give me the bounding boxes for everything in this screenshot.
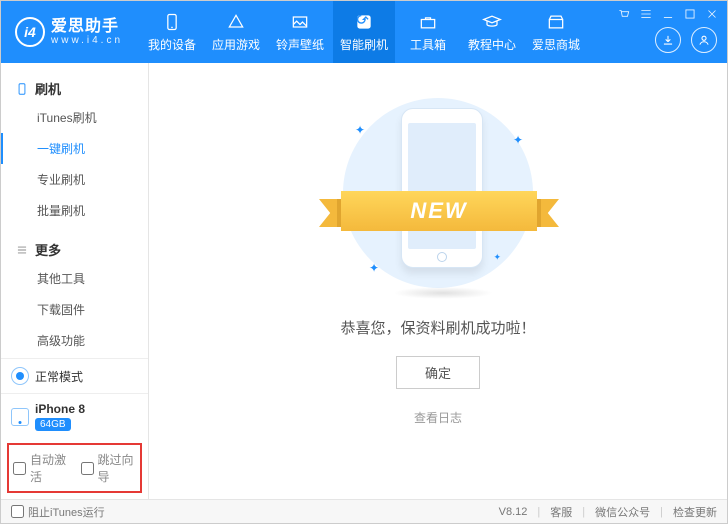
nav-label: 工具箱 — [410, 36, 446, 53]
device-icon — [15, 82, 29, 96]
menu-lines-icon — [15, 243, 29, 257]
new-ribbon: NEW — [319, 183, 559, 239]
nav-apps-games[interactable]: 应用游戏 — [205, 1, 267, 63]
version-label: V8.12 — [499, 506, 528, 518]
nav-store[interactable]: 爱思商城 — [525, 1, 587, 63]
confirm-button[interactable]: 确定 — [396, 356, 480, 389]
cart-icon[interactable] — [617, 7, 631, 21]
graduation-icon — [482, 12, 502, 32]
device-panel[interactable]: iPhone 8 64GB — [1, 393, 148, 439]
nav-toolbox[interactable]: 工具箱 — [397, 1, 459, 63]
sidebar-section-flash: 刷机 — [1, 73, 148, 100]
sidebar-item-download-firmware[interactable]: 下载固件 — [1, 294, 148, 325]
nav-label: 应用游戏 — [212, 36, 260, 53]
maximize-icon[interactable] — [683, 7, 697, 21]
status-bar: 阻止iTunes运行 V8.12 | 客服 | 微信公众号 | 检查更新 — [1, 499, 727, 523]
window-controls — [617, 7, 719, 21]
nav-ringtone-wallpaper[interactable]: 铃声壁纸 — [269, 1, 331, 63]
mode-label: 正常模式 — [35, 368, 83, 385]
main-panel: ✦ ✦ ✦ ✦ NEW 恭喜您，保资料刷机成功啦！ 确定 查看日志 — [149, 63, 727, 499]
mode-dot-icon — [11, 367, 29, 385]
nav-smart-flash[interactable]: 智能刷机 — [333, 1, 395, 63]
store-icon — [546, 12, 566, 32]
device-thumb-icon — [11, 408, 29, 426]
appstore-icon — [226, 12, 246, 32]
app-header: i4 爱思助手 www.i4.cn 我的设备 应用游戏 — [1, 1, 727, 63]
device-name: iPhone 8 — [35, 402, 85, 416]
top-nav: 我的设备 应用游戏 铃声壁纸 智能刷机 — [141, 1, 587, 63]
image-icon — [290, 12, 310, 32]
toolbox-icon — [418, 12, 438, 32]
customer-service-link[interactable]: 客服 — [550, 504, 572, 520]
download-icon[interactable] — [655, 27, 681, 53]
device-capacity-badge: 64GB — [35, 418, 71, 431]
sidebar-section-more: 更多 — [1, 234, 148, 261]
auto-activate-label: 自动激活 — [30, 451, 69, 485]
nav-label: 我的设备 — [148, 36, 196, 53]
sidebar-item-pro-flash[interactable]: 专业刷机 — [1, 164, 148, 195]
success-message: 恭喜您，保资料刷机成功啦！ — [340, 317, 535, 338]
nav-tutorials[interactable]: 教程中心 — [461, 1, 523, 63]
sidebar-item-oneclick-flash[interactable]: 一键刷机 — [1, 133, 148, 164]
skip-wizard-input[interactable] — [81, 462, 94, 475]
refresh-icon — [354, 12, 374, 32]
brand-badge: i4 — [15, 17, 45, 47]
nav-label: 铃声壁纸 — [276, 36, 324, 53]
nav-label: 智能刷机 — [340, 36, 388, 53]
brand-name: 爱思助手 — [51, 18, 123, 36]
sidebar-item-itunes-flash[interactable]: iTunes刷机 — [1, 102, 148, 133]
skip-wizard-label: 跳过向导 — [98, 451, 137, 485]
close-icon[interactable] — [705, 7, 719, 21]
nav-label: 教程中心 — [468, 36, 516, 53]
auto-activate-input[interactable] — [13, 462, 26, 475]
nav-label: 爱思商城 — [532, 36, 580, 53]
header-actions — [655, 27, 717, 53]
menu-icon[interactable] — [639, 7, 653, 21]
sidebar-item-other-tools[interactable]: 其他工具 — [1, 263, 148, 294]
user-icon[interactable] — [691, 27, 717, 53]
checkbox-auto-activate[interactable]: 自动激活 — [13, 451, 69, 485]
nav-my-device[interactable]: 我的设备 — [141, 1, 203, 63]
minimize-icon[interactable] — [661, 7, 675, 21]
prevent-itunes-checkbox[interactable] — [11, 505, 24, 518]
sidebar: 刷机 iTunes刷机 一键刷机 专业刷机 批量刷机 更多 其他工具 下载固件 … — [1, 63, 149, 499]
ribbon-text: NEW — [341, 191, 537, 231]
view-log-link[interactable]: 查看日志 — [414, 409, 462, 426]
checkbox-skip-wizard[interactable]: 跳过向导 — [81, 451, 137, 485]
mode-indicator[interactable]: 正常模式 — [1, 358, 148, 393]
bottom-options-box: 自动激活 跳过向导 — [7, 443, 142, 493]
check-update-link[interactable]: 检查更新 — [673, 504, 717, 520]
brand-logo: i4 爱思助手 www.i4.cn — [15, 17, 123, 47]
success-illustration: ✦ ✦ ✦ ✦ NEW — [333, 93, 543, 293]
wechat-link[interactable]: 微信公众号 — [595, 504, 650, 520]
brand-domain: www.i4.cn — [51, 35, 123, 46]
section-title: 更多 — [35, 240, 61, 259]
section-title: 刷机 — [35, 79, 61, 98]
sidebar-item-advanced[interactable]: 高级功能 — [1, 325, 148, 356]
sidebar-item-batch-flash[interactable]: 批量刷机 — [1, 195, 148, 226]
smartphone-icon — [162, 12, 182, 32]
prevent-itunes-label: 阻止iTunes运行 — [28, 504, 105, 520]
